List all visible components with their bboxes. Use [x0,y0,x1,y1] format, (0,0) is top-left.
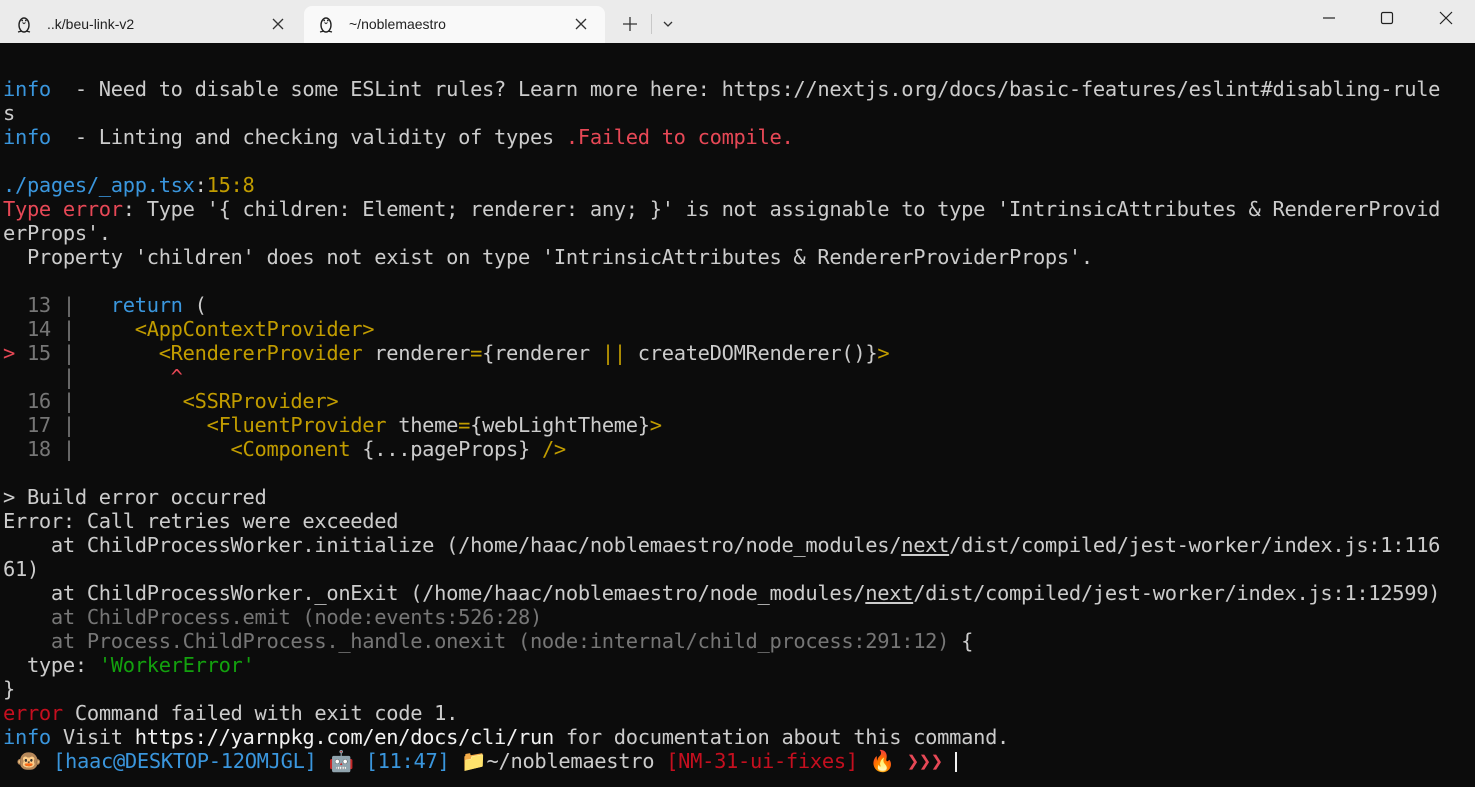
code-line: 16 | <SSRProvider> [3,389,339,413]
code-line-highlight: > 15 | <RendererProvider renderer={rende… [3,341,890,365]
folder-icon: 📁 [461,749,487,773]
linux-penguin-icon [17,17,31,33]
close-window-button[interactable] [1416,0,1475,36]
scrollbar[interactable] [1469,43,1475,787]
terminal-line: type: 'WorkerError' [3,653,255,677]
code-line: 18 | <Component {...pageProps} /> [3,437,566,461]
stack-trace-line: at Process.ChildProcess._handle.onexit (… [3,629,974,653]
maximize-icon [1380,11,1394,25]
close-icon[interactable] [573,16,589,32]
shell-prompt: 🐵 [haac@DESKTOP-12OMJGL] 🤖 [11:47] 📁~/no… [16,749,957,773]
close-icon [1439,11,1452,25]
fire-icon: 🔥 [857,749,907,773]
terminal-line: Property 'children' does not exist on ty… [3,245,1093,269]
terminal-line: Error: Call retries were exceeded [3,509,399,533]
terminal-line: s [3,101,15,125]
divider [651,14,652,34]
plus-icon [623,17,637,31]
terminal-line: error Command failed with exit code 1. [3,701,459,725]
tab-dropdown-button[interactable] [655,6,681,42]
tab-title: ~/noblemaestro [349,16,446,32]
maximize-button[interactable] [1358,0,1416,36]
minimize-button[interactable] [1300,0,1358,36]
terminal-line: Type error: Type '{ children: Element; r… [3,197,1441,221]
monkey-icon: 🐵 [16,749,42,773]
terminal-line: info - Need to disable some ESLint rules… [3,77,1441,101]
close-icon[interactable] [270,16,286,32]
terminal-line: info - Linting and checking validity of … [3,125,794,149]
error-location: ./pages/_app.tsx:15:8 [3,173,255,197]
robot-icon: 🤖 [328,749,354,773]
terminal-line: } [3,677,15,701]
terminal-line: info Visit https://yarnpkg.com/en/docs/c… [3,725,1010,749]
terminal-line: > Build error occurred [3,485,267,509]
stack-trace-line: at ChildProcessWorker._onExit (/home/haa… [3,581,1441,605]
code-line: 14 | <AppContextProvider> [3,317,375,341]
title-bar: ..k/beu-link-v2 ~/noblemaestro [0,0,1475,43]
stack-trace-line: 61) [3,557,39,581]
code-line: 17 | <FluentProvider theme={webLightThem… [3,413,662,437]
minimize-icon [1323,17,1335,19]
terminal-line: erProps'. [3,221,111,245]
tab-beu-link[interactable]: ..k/beu-link-v2 [0,6,302,43]
linux-penguin-icon [319,17,333,33]
terminal-output[interactable]: info - Need to disable some ESLint rules… [0,43,1475,787]
text-cursor [954,752,957,772]
tab-noblemaestro[interactable]: ~/noblemaestro [304,6,605,43]
stack-trace-line: at ChildProcess.emit (node:events:526:28… [3,605,542,629]
new-tab-button[interactable] [612,6,648,42]
stack-trace-line: at ChildProcessWorker.initialize (/home/… [3,533,1441,557]
code-line: 13 | return ( [3,293,207,317]
tab-title: ..k/beu-link-v2 [47,16,135,32]
chevron-down-icon [663,21,673,27]
code-caret-line: | ^ [3,365,183,389]
